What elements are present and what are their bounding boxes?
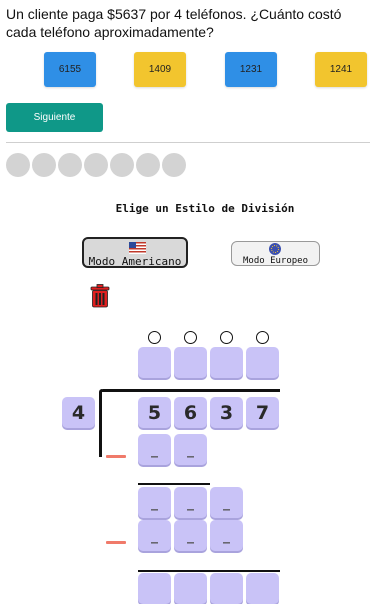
progress-dot	[110, 153, 134, 177]
divider	[6, 142, 370, 143]
work-cell[interactable]: _	[174, 487, 207, 518]
subtraction-line	[138, 570, 280, 572]
european-mode-button[interactable]: Modo Europeo	[231, 241, 320, 266]
quotient-marker-circle	[148, 331, 161, 344]
progress-dot	[162, 153, 186, 177]
work-cell[interactable]: _	[174, 520, 207, 551]
divisor-cell: 4	[62, 397, 95, 428]
quotient-marker-circle	[256, 331, 269, 344]
progress-dot	[84, 153, 108, 177]
work-cell[interactable]	[210, 573, 243, 604]
quotient-marker-circle	[220, 331, 233, 344]
work-cell[interactable]	[246, 573, 279, 604]
work-cell[interactable]: _	[138, 487, 171, 518]
work-cell[interactable]: _	[210, 487, 243, 518]
work-cell[interactable]: _	[138, 520, 171, 551]
dividend-digit: 6	[174, 397, 207, 428]
us-flag-icon	[129, 242, 146, 254]
dividend-digit: 7	[246, 397, 279, 428]
progress-dot	[58, 153, 82, 177]
european-mode-label: Modo Europeo	[242, 256, 309, 266]
minus-sign	[106, 541, 126, 544]
quotient-cell[interactable]	[174, 347, 207, 378]
american-mode-button[interactable]: Modo Americano	[82, 237, 188, 268]
work-cell[interactable]	[138, 573, 171, 604]
quotient-marker-circle	[184, 331, 197, 344]
next-button[interactable]: Siguiente	[6, 103, 103, 132]
progress-dot	[6, 153, 30, 177]
trash-icon[interactable]	[90, 284, 110, 308]
minus-sign	[106, 455, 126, 458]
quotient-cell[interactable]	[246, 347, 279, 378]
division-bracket-side	[99, 389, 102, 457]
dividend-digit: 5	[138, 397, 171, 428]
question-text: Un cliente paga $5637 por 4 teléfonos. ¿…	[6, 6, 342, 40]
division-style-title: Elige un Estilo de División	[115, 202, 295, 215]
subtraction-line	[138, 483, 210, 485]
quotient-cell[interactable]	[210, 347, 243, 378]
answer-option-1[interactable]: 6155	[44, 52, 96, 87]
work-cell[interactable]: _	[210, 520, 243, 551]
progress-dots	[6, 153, 186, 177]
quotient-cell[interactable]	[138, 347, 171, 378]
answer-option-2[interactable]: 1409	[134, 52, 186, 87]
eu-flag-icon	[269, 243, 281, 255]
work-cell[interactable]: _	[138, 434, 171, 465]
work-cell[interactable]: _	[174, 434, 207, 465]
progress-dot	[32, 153, 56, 177]
answer-option-4[interactable]: 1241	[315, 52, 367, 87]
division-bracket-top	[100, 389, 280, 392]
dividend-digit: 3	[210, 397, 243, 428]
work-cell[interactable]	[174, 573, 207, 604]
american-mode-label: Modo Americano	[88, 255, 182, 268]
progress-dot	[136, 153, 160, 177]
answer-option-3[interactable]: 1231	[225, 52, 277, 87]
